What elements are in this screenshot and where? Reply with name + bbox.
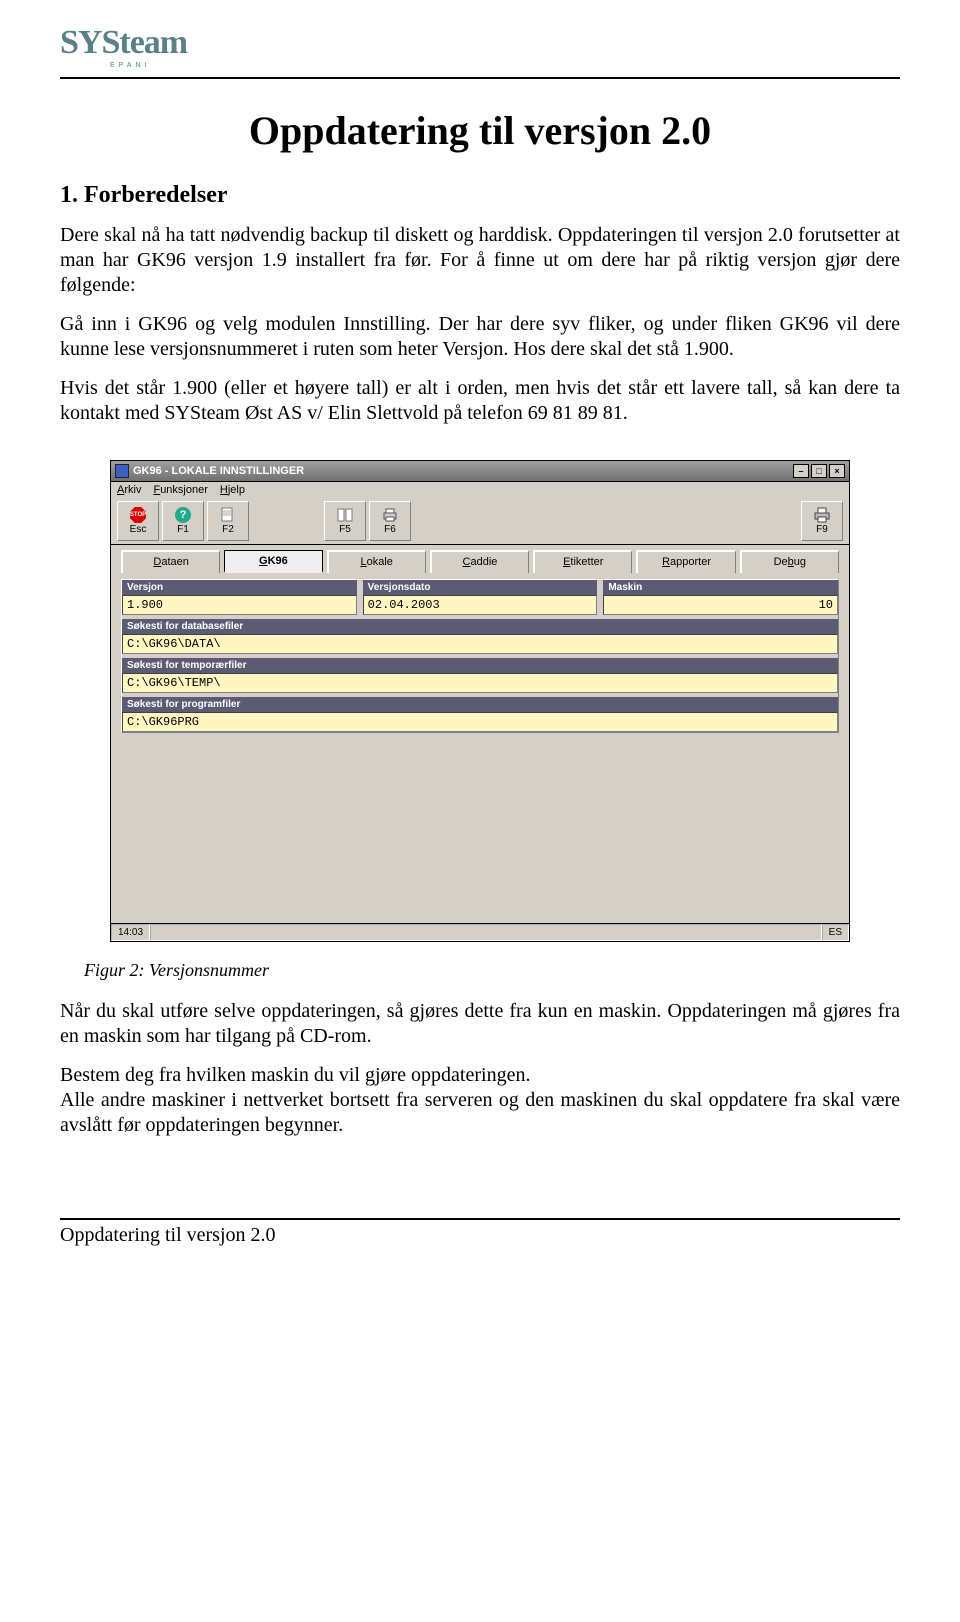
printer-setup-icon	[380, 507, 400, 523]
status-spacer	[150, 924, 822, 941]
toolbar-f1-label: F1	[177, 524, 189, 535]
letterhead: SYSteam EPANI	[60, 0, 900, 79]
field-versjonsdato[interactable]: 02.04.2003	[363, 595, 598, 615]
tab-etiketter[interactable]: Etiketter	[533, 550, 632, 573]
toolbar-f5-label: F5	[339, 524, 351, 535]
field-temp-path[interactable]: C:\GK96\TEMP\	[122, 673, 838, 693]
toolbar-f1-button[interactable]: ? F1	[162, 501, 204, 541]
section-heading: 1. Forberedelser	[60, 182, 900, 209]
logo-subtext: EPANI	[110, 62, 900, 69]
status-bar: 14:03 ES	[110, 924, 850, 942]
toolbar-f2-button[interactable]: F2	[207, 501, 249, 541]
toolbar-f5-button[interactable]: F5	[324, 501, 366, 541]
printer-icon	[812, 507, 832, 523]
paragraph-1: Dere skal nå ha tatt nødvendig backup ti…	[60, 223, 900, 298]
field-prg-path[interactable]: C:\GK96PRG	[122, 712, 838, 732]
menu-hjelp[interactable]: Hjelp	[220, 484, 245, 496]
tab-caddie[interactable]: Caddie	[430, 550, 529, 573]
tab-lokale[interactable]: Lokale	[327, 550, 426, 573]
label-versjon: Versjon	[122, 580, 357, 595]
paragraph-4: Når du skal utføre selve oppdateringen, …	[60, 999, 900, 1049]
header-rule	[60, 77, 900, 79]
page-title: Oppdatering til versjon 2.0	[60, 107, 900, 154]
toolbar-f2-label: F2	[222, 524, 234, 535]
label-versjonsdato: Versjonsdato	[363, 580, 598, 595]
toolbar-esc-label: Esc	[130, 524, 147, 535]
paragraph-5: Bestem deg fra hvilken maskin du vil gjø…	[60, 1063, 900, 1088]
window-title: GK96 - LOKALE INNSTILLINGER	[133, 465, 791, 477]
paragraph-6: Alle andre maskiner i nettverket bortset…	[60, 1088, 900, 1138]
footer-text: Oppdatering til versjon 2.0	[60, 1224, 900, 1247]
field-maskin[interactable]: 10	[603, 595, 838, 615]
toolbar-f9-label: F9	[816, 524, 828, 535]
logo: SYSteam	[60, 24, 187, 62]
tab-row: Dataen GK96 Lokale Caddie Etiketter Rapp…	[110, 545, 850, 573]
figure-caption: Figur 2: Versjonsnummer	[84, 960, 900, 981]
tab-debug[interactable]: Debug	[740, 550, 839, 573]
stop-icon: STOP	[128, 507, 148, 523]
menu-funksjoner[interactable]: Funksjoner	[153, 484, 207, 496]
tab-gk96[interactable]: GK96	[224, 550, 322, 573]
label-db-path: Søkesti for databasefiler	[122, 619, 838, 634]
toolbar-f9-button[interactable]: F9	[801, 501, 843, 541]
toolbar-esc-button[interactable]: STOP Esc	[117, 501, 159, 541]
gk96-window: GK96 - LOKALE INNSTILLINGER – □ × Arkiv …	[110, 460, 850, 942]
list-icon	[335, 507, 355, 523]
form-area: Versjon 1.900 Versjonsdato 02.04.2003 Ma…	[110, 573, 850, 924]
close-button[interactable]: ×	[829, 464, 845, 478]
paragraph-3: Hvis det står 1.900 (eller et høyere tal…	[60, 376, 900, 426]
maximize-button[interactable]: □	[811, 464, 827, 478]
menu-bar: Arkiv Funksjoner Hjelp	[110, 482, 850, 498]
field-db-path[interactable]: C:\GK96\DATA\	[122, 634, 838, 654]
logo-text: SYSteam	[60, 24, 187, 62]
tab-rapporter[interactable]: Rapporter	[636, 550, 735, 573]
window-titlebar: GK96 - LOKALE INNSTILLINGER – □ ×	[110, 460, 850, 482]
toolbar-f6-label: F6	[384, 524, 396, 535]
app-icon	[115, 464, 129, 478]
fields-panel: Versjon 1.900 Versjonsdato 02.04.2003 Ma…	[121, 579, 839, 733]
empty-panel-area	[121, 733, 839, 913]
toolbar: STOP Esc ? F1 F2 F5 F6	[110, 498, 850, 545]
paragraph-2: Gå inn i GK96 og velg modulen Innstillin…	[60, 312, 900, 362]
label-prg-path: Søkesti for programfiler	[122, 697, 838, 712]
help-icon: ?	[173, 507, 193, 523]
field-versjon[interactable]: 1.900	[122, 595, 357, 615]
label-maskin: Maskin	[603, 580, 838, 595]
minimize-button[interactable]: –	[793, 464, 809, 478]
document-icon	[218, 507, 238, 523]
menu-arkiv[interactable]: Arkiv	[117, 484, 141, 496]
tab-dataen[interactable]: Dataen	[121, 550, 220, 573]
toolbar-f6-button[interactable]: F6	[369, 501, 411, 541]
status-time: 14:03	[111, 924, 150, 941]
label-temp-path: Søkesti for temporærfiler	[122, 658, 838, 673]
footer-rule	[60, 1218, 900, 1220]
status-lang: ES	[822, 924, 849, 941]
